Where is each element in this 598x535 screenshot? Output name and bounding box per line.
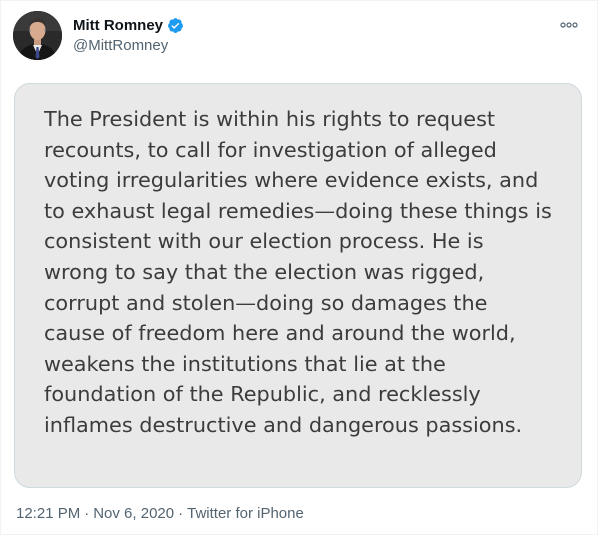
statement-line: foundation of the Republic, and reckless… [44, 382, 481, 407]
statement-line: recounts, to call for investigation of a… [44, 137, 497, 162]
tweet-time[interactable]: 12:21 PM [16, 505, 80, 522]
tweet-card: Mitt Romney @MittRomney The President is… [0, 0, 598, 535]
statement-line: voting irregularities where evidence exi… [44, 168, 539, 193]
author-display-name[interactable]: Mitt Romney [73, 17, 163, 34]
statement-line: inflames destructive and dangerous passi… [44, 412, 523, 437]
tweet-date[interactable]: Nov 6, 2020 [93, 505, 174, 522]
tweet-header: Mitt Romney @MittRomney [13, 11, 585, 61]
meta-separator: · [178, 505, 184, 522]
display-name-row: Mitt Romney [73, 15, 184, 35]
statement-text: The President is within his rights to re… [44, 104, 574, 441]
avatar-photo [13, 11, 62, 60]
tweet-meta: 12:21 PM · Nov 6, 2020 · Twitter for iPh… [16, 505, 304, 522]
statement-line: corrupt and stolen—doing so damages the [44, 290, 488, 315]
author-handle[interactable]: @MittRomney [73, 37, 184, 54]
more-options-icon [560, 22, 578, 28]
statement-line: wrong to say that the election was rigge… [44, 259, 485, 284]
more-options-button[interactable] [559, 17, 579, 33]
avatar[interactable] [13, 11, 62, 60]
statement-line: weakens the institutions that lie at the [44, 351, 446, 376]
verified-badge-icon [167, 17, 184, 34]
author-names: Mitt Romney @MittRomney [73, 15, 184, 54]
tweet-source[interactable]: Twitter for iPhone [187, 505, 304, 522]
statement-line: The President is within his rights to re… [44, 107, 496, 131]
meta-separator: · [84, 505, 90, 522]
statement-line: consistent with our election process. He… [44, 229, 484, 254]
statement-line: cause of freedom here and around the wor… [44, 321, 516, 346]
statement-line: to exhaust legal remedies—doing these th… [44, 198, 552, 223]
tweet-media-image[interactable]: The President is within his rights to re… [14, 83, 582, 488]
